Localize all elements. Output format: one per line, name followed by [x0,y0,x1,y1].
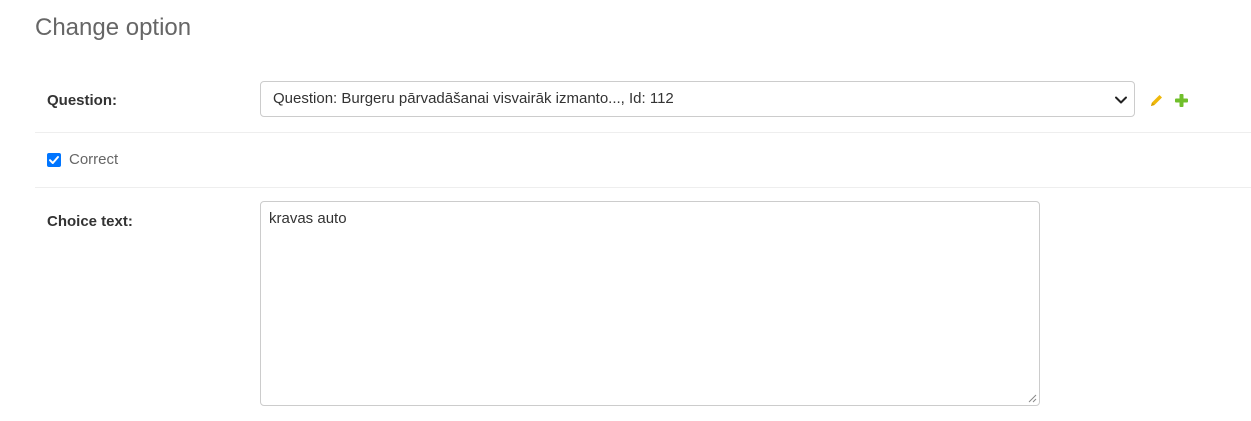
correct-form-row: Correct [35,134,1251,188]
related-widget-actions [1148,91,1190,109]
question-label: Question: [47,92,117,109]
pencil-icon[interactable] [1148,92,1165,109]
choice-text-form-row: Choice text: kravas auto [35,189,1251,421]
chevron-down-icon [1115,96,1127,104]
page-title: Change option [35,14,192,41]
change-option-page: Change option Question: Question: Burger… [0,0,1251,421]
question-form-row: Question: Question: Burgeru pārvadāšanai… [35,70,1251,133]
choice-text-value: kravas auto [269,210,347,227]
check-icon [49,155,59,164]
correct-checkbox-field: Correct [47,151,118,168]
resize-handle-icon[interactable] [1027,393,1037,403]
correct-checkbox[interactable] [47,152,61,167]
question-select-value: Question: Burgeru pārvadāšanai visvairāk… [273,90,674,107]
choice-text-label: Choice text: [47,213,133,230]
correct-checkbox-label[interactable]: Correct [69,151,118,168]
question-select[interactable]: Question: Burgeru pārvadāšanai visvairāk… [260,81,1135,117]
plus-icon[interactable] [1173,92,1190,109]
choice-text-textarea[interactable]: kravas auto [260,201,1040,406]
